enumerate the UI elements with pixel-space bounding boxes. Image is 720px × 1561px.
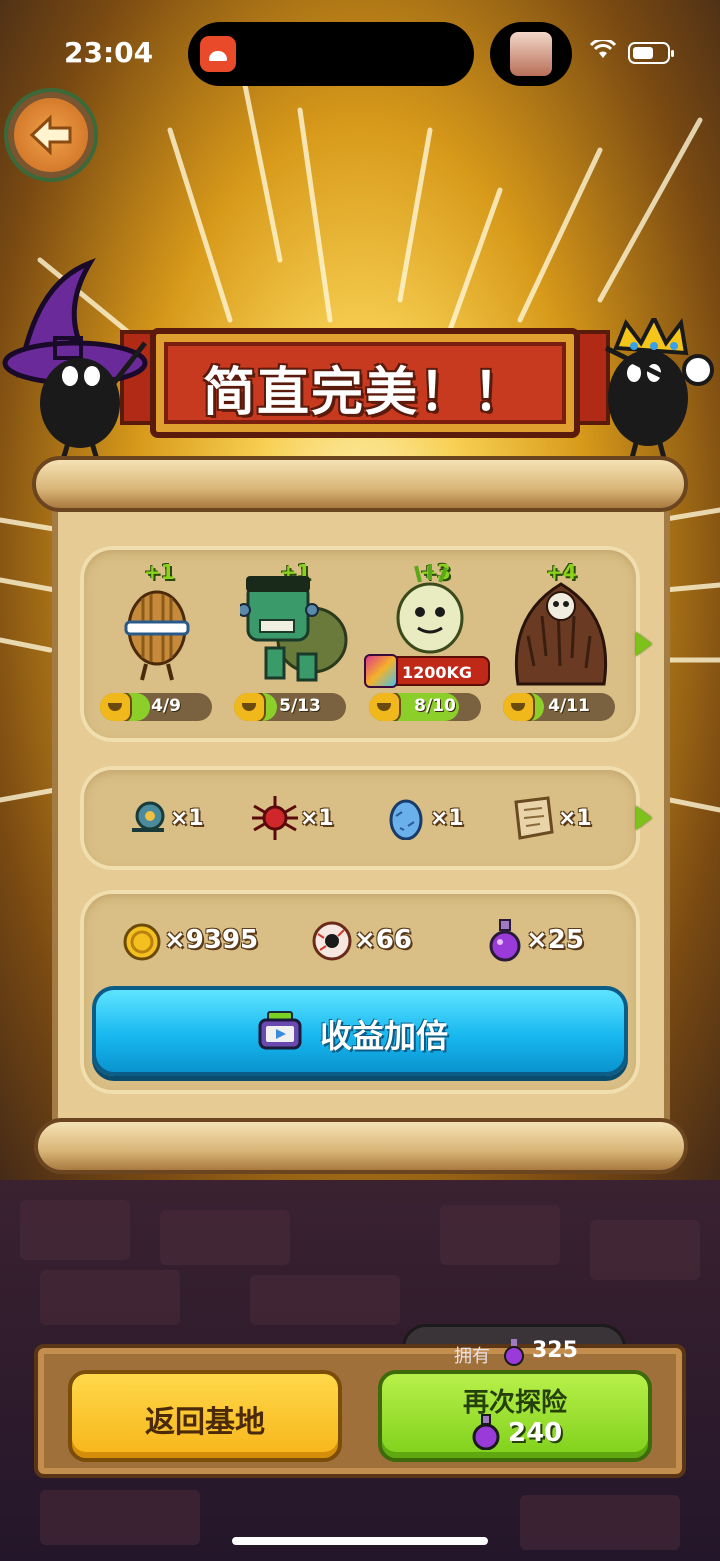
scroll-map-icon[interactable] (512, 796, 556, 840)
progress-text: 8/10 (414, 696, 456, 716)
back-button[interactable] (8, 92, 94, 178)
item-next-arrow[interactable] (636, 806, 652, 830)
brick (40, 1270, 180, 1325)
explore-again-label: 再次探险 (462, 1388, 567, 1418)
weight-badge: 1200KG (364, 654, 490, 688)
double-rewards-label: 收益加倍 (320, 1017, 449, 1055)
monster-next-arrow[interactable] (636, 632, 652, 656)
gold-coin-icon (123, 923, 161, 961)
blue-egg-icon[interactable] (388, 798, 424, 840)
weight-text: 1200KG (402, 663, 473, 682)
owned-label: 拥有 (454, 1346, 490, 1367)
monster-progress-bar: 4/11 (503, 693, 615, 721)
brick (250, 1275, 400, 1325)
purple-potion-icon (489, 919, 521, 962)
item-count: ×1 (558, 806, 592, 831)
brick (160, 1210, 290, 1265)
kg-weight-icon (364, 654, 398, 688)
shell-monster-icon[interactable] (118, 586, 196, 682)
progress-text: 5/13 (279, 696, 321, 716)
monster-progress-bar: 4/9 (100, 693, 212, 721)
purple-potion-icon (504, 1339, 524, 1366)
return-base-label: 返回基地 (145, 1405, 265, 1440)
potion-count: ×25 (526, 925, 584, 955)
brick (440, 1205, 560, 1265)
tv-video-icon (258, 1011, 302, 1050)
status-time: 23:04 (64, 36, 154, 69)
wifi-icon (590, 40, 616, 58)
witch-hat-character (2, 258, 148, 464)
monster-progress-bar: 8/10 (369, 693, 481, 721)
home-indicator[interactable] (232, 1537, 488, 1545)
crown-character (604, 318, 714, 467)
snail-icon[interactable] (128, 800, 168, 836)
eyeball-count: ×66 (354, 925, 412, 955)
progress-text: 4/11 (548, 696, 590, 716)
frankenstein-turtle-icon[interactable] (240, 568, 348, 686)
arrow-left-icon (29, 114, 72, 156)
scroll-top-roll (32, 456, 688, 512)
monster-bonus: +1 (144, 560, 175, 584)
monster-progress-bar: 5/13 (234, 693, 346, 721)
item-count: ×1 (170, 806, 204, 831)
cactus-monster-icon[interactable] (390, 564, 470, 654)
dynamic-island (188, 22, 474, 86)
red-spider-icon[interactable] (252, 796, 298, 840)
result-title: 简直完美！！ (202, 363, 527, 423)
item-count: ×1 (430, 806, 464, 831)
battery-icon (628, 42, 674, 64)
brick (20, 1200, 130, 1260)
brick (40, 1490, 200, 1545)
explore-cost: 240 (508, 1418, 563, 1448)
media-thumbnail (510, 32, 552, 76)
brick (590, 1220, 700, 1280)
item-count: ×1 (300, 806, 334, 831)
coin-count: ×9395 (164, 925, 259, 955)
hairy-skull-monster-icon[interactable] (508, 576, 614, 686)
scroll-bottom-roll (34, 1118, 688, 1174)
media-pill (490, 22, 572, 86)
app-activity-icon (200, 36, 236, 72)
brick (520, 1495, 680, 1550)
progress-text: 4/9 (151, 696, 181, 716)
purple-potion-icon (472, 1414, 500, 1450)
owned-potion-count: 325 (532, 1338, 578, 1363)
eyeball-icon (312, 921, 352, 961)
